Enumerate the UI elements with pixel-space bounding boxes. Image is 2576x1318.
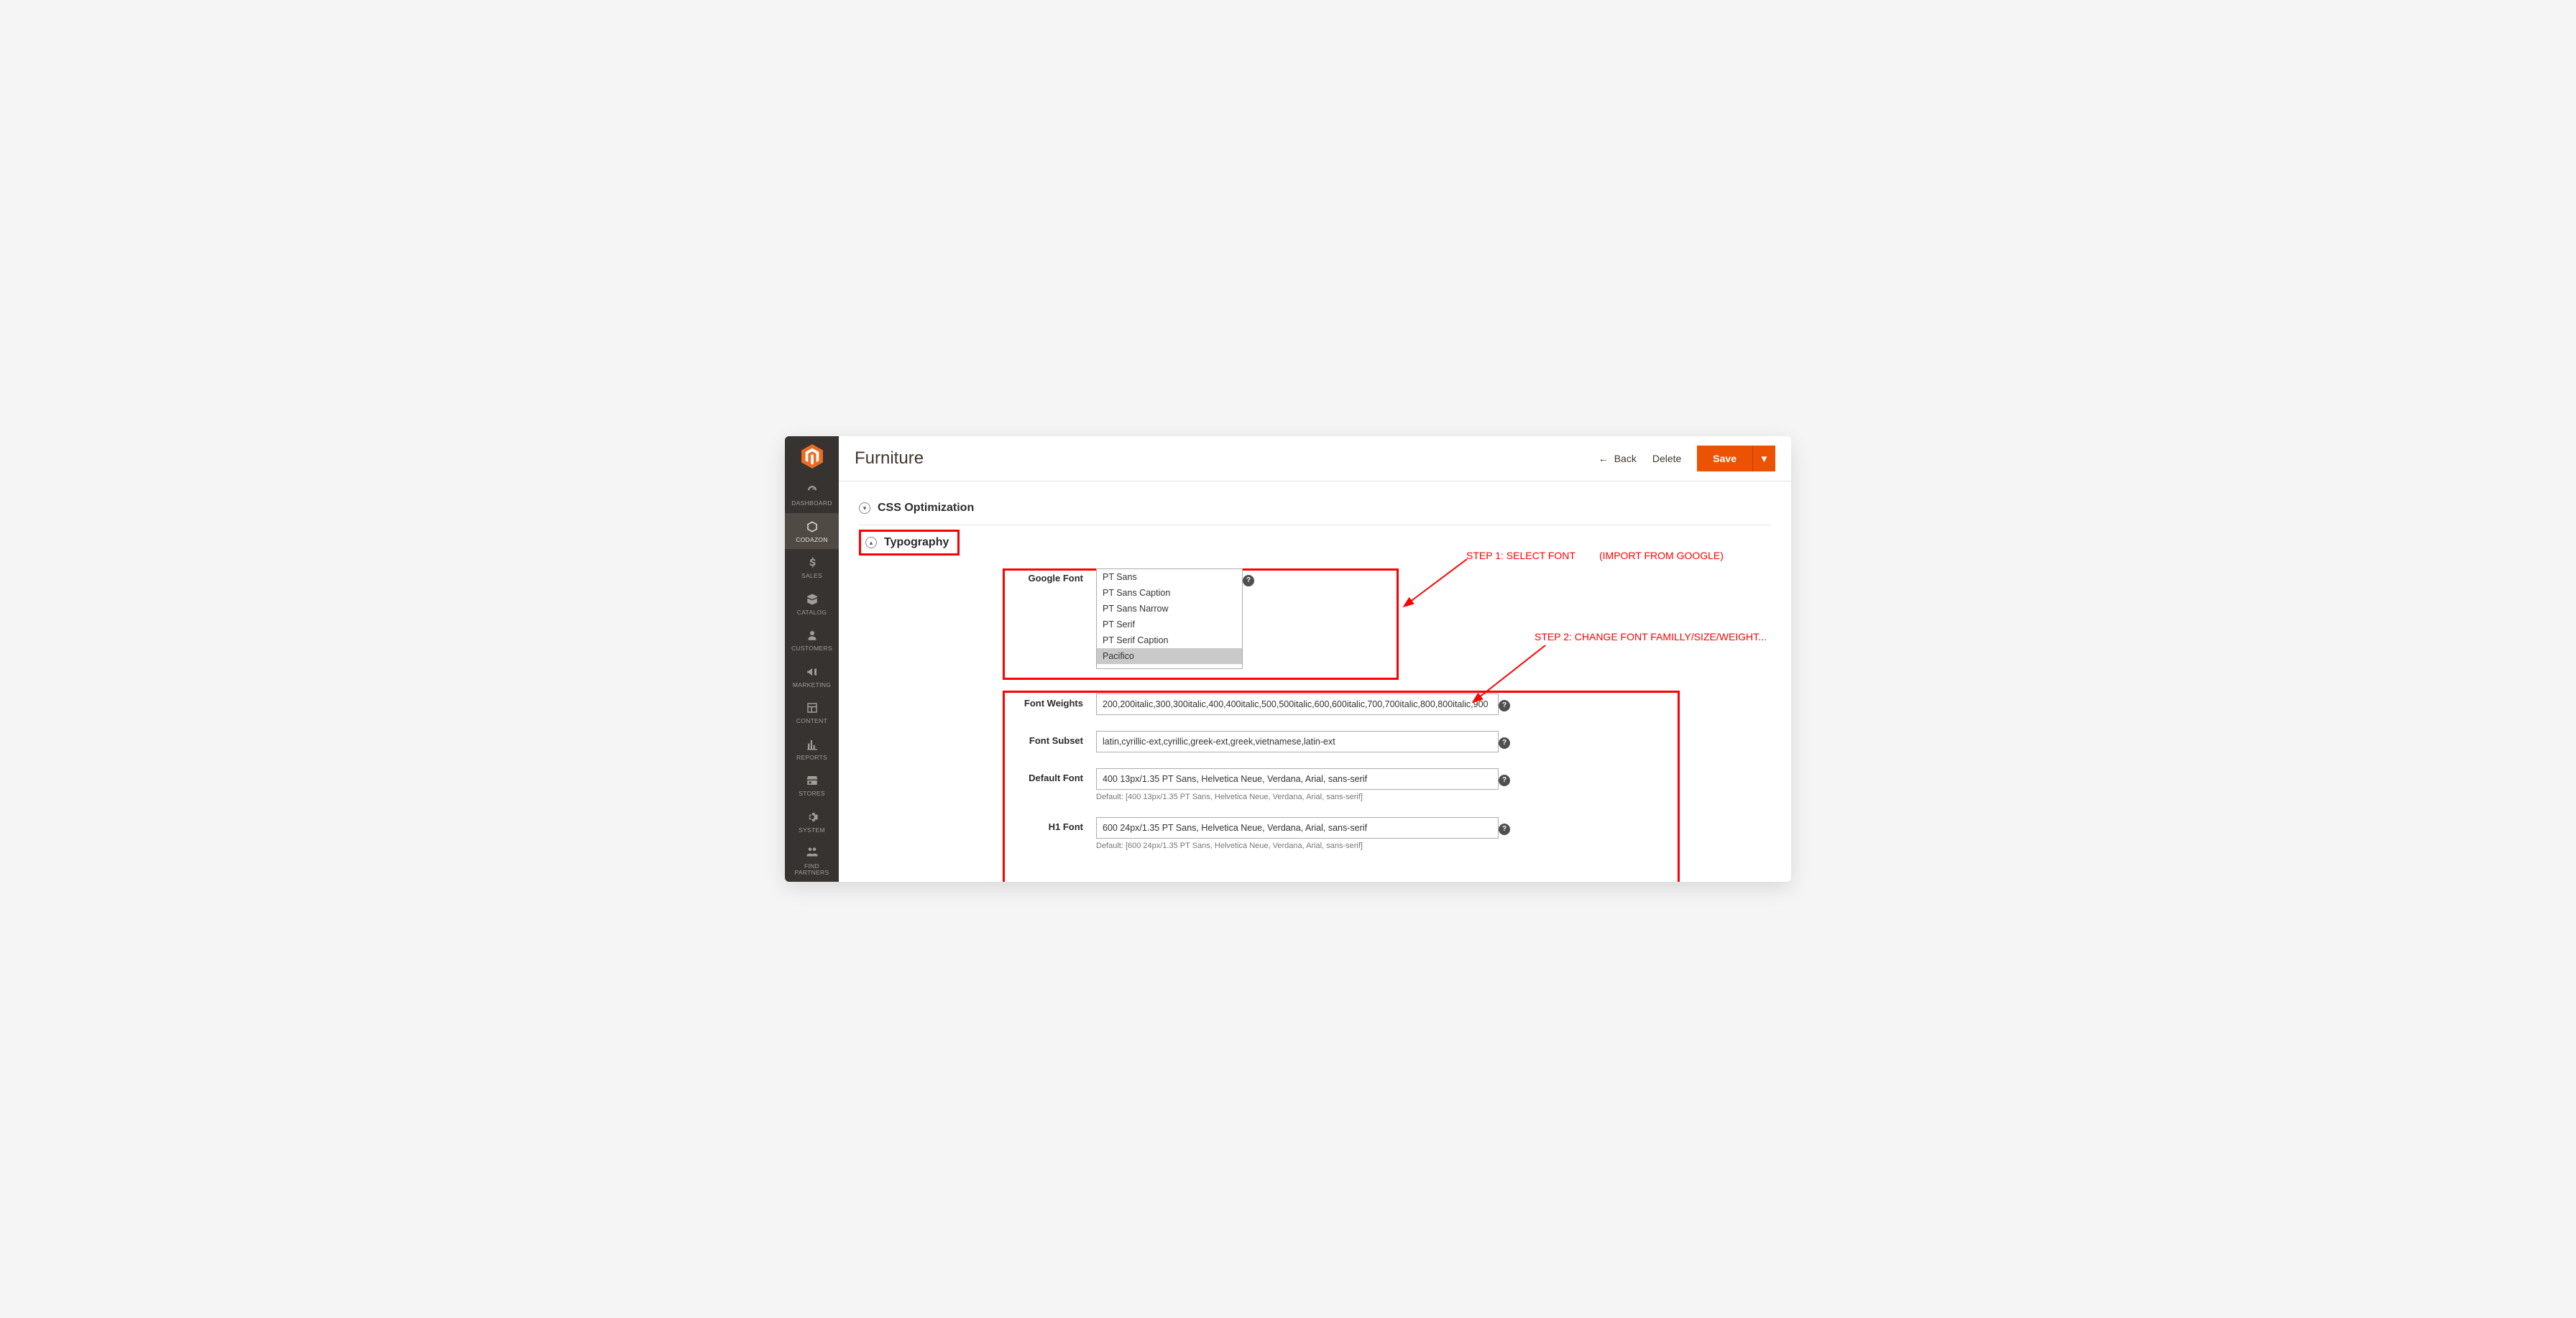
magento-logo[interactable] (785, 436, 839, 476)
back-button[interactable]: ← Back (1598, 453, 1637, 464)
help-icon[interactable]: ? (1499, 824, 1510, 835)
delete-button[interactable]: Delete (1652, 453, 1681, 464)
help-icon[interactable]: ? (1499, 700, 1510, 711)
section-typography[interactable]: ▴ Typography (865, 535, 949, 550)
nav-sales[interactable]: SALES (785, 549, 839, 586)
h1-font-hint: Default: [600 24px/1.35 PT Sans, Helveti… (1096, 842, 1499, 850)
chevron-down-icon: ▾ (859, 502, 870, 514)
chevron-up-icon: ▴ (865, 537, 877, 548)
box-icon (805, 592, 819, 607)
app-frame: DASHBOARD CODAZON SALES CATALOG CUSTOMER… (785, 436, 1791, 882)
megaphone-icon (805, 665, 819, 679)
layout-icon (805, 701, 819, 715)
font-weights-input[interactable] (1096, 693, 1499, 715)
page-header: Furniture ← Back Delete Save ▼ (839, 436, 1791, 481)
person-icon (805, 628, 819, 642)
caret-down-icon: ▼ (1760, 453, 1769, 464)
gear-icon (805, 810, 819, 824)
default-font-hint: Default: [400 13px/1.35 PT Sans, Helveti… (1096, 793, 1499, 801)
annotation-step1-note: (IMPORT FROM GOOGLE) (1599, 550, 1724, 561)
font-option[interactable]: PT Sans Caption (1097, 585, 1242, 601)
section-typography-highlight: ▴ Typography (859, 530, 960, 556)
admin-sidebar: DASHBOARD CODAZON SALES CATALOG CUSTOMER… (785, 436, 839, 882)
dollar-icon (805, 556, 819, 570)
nav-catalog[interactable]: CATALOG (785, 586, 839, 622)
section-css-optimization[interactable]: ▾ CSS Optimization (859, 496, 1771, 520)
default-font-input[interactable] (1096, 768, 1499, 790)
font-subset-input[interactable] (1096, 731, 1499, 752)
annotation-step1: STEP 1: SELECT FONT (1466, 550, 1576, 561)
label-default-font: Default Font (1003, 768, 1096, 783)
nav-dashboard[interactable]: DASHBOARD (785, 476, 839, 513)
nav-reports[interactable]: REPORTS (785, 731, 839, 768)
help-icon[interactable]: ? (1499, 775, 1510, 786)
nav-content[interactable]: CONTENT (785, 694, 839, 731)
nav-stores[interactable]: STORES (785, 767, 839, 803)
gauge-icon (805, 483, 819, 497)
help-icon[interactable]: ? (1243, 575, 1254, 586)
nav-marketing[interactable]: MARKETING (785, 658, 839, 695)
font-option-selected[interactable]: Pacifico (1097, 648, 1242, 664)
h1-font-input[interactable] (1096, 817, 1499, 839)
font-option[interactable]: PT Serif Caption (1097, 632, 1242, 648)
content-area: ▾ CSS Optimization ▴ Typography STEP 1: … (839, 481, 1791, 882)
label-h1-font: H1 Font (1003, 817, 1096, 832)
label-google-font: Google Font (1003, 568, 1096, 584)
partners-icon (805, 846, 819, 860)
save-dropdown-toggle[interactable]: ▼ (1752, 446, 1775, 471)
nav-system[interactable]: SYSTEM (785, 803, 839, 840)
font-option[interactable]: PT Sans (1097, 569, 1242, 585)
store-icon (805, 773, 819, 788)
save-button[interactable]: Save (1697, 446, 1752, 471)
label-font-subset: Font Subset (1003, 731, 1096, 746)
arrow-left-icon: ← (1598, 453, 1609, 464)
page-title: Furniture (855, 448, 1583, 469)
save-button-group: Save ▼ (1697, 446, 1775, 471)
cube-icon (805, 520, 819, 534)
font-option[interactable]: PT Sans Narrow (1097, 601, 1242, 617)
help-icon[interactable]: ? (1499, 737, 1510, 749)
nav-partners[interactable]: FIND PARTNERS (785, 839, 839, 882)
chart-icon (805, 737, 819, 752)
label-font-weights: Font Weights (1003, 693, 1096, 709)
nav-customers[interactable]: CUSTOMERS (785, 622, 839, 658)
main-area: Furniture ← Back Delete Save ▼ ▾ CSS Opt… (839, 436, 1791, 882)
annotation-step2: STEP 2: CHANGE FONT FAMILLY/SIZE/WEIGHT.… (1535, 631, 1767, 642)
google-font-listbox[interactable]: PT Sans PT Sans Caption PT Sans Narrow P… (1096, 568, 1243, 669)
typography-form: STEP 1: SELECT FONT (IMPORT FROM GOOGLE)… (859, 556, 1771, 850)
font-option[interactable]: PT Serif (1097, 617, 1242, 632)
nav-codazon[interactable]: CODAZON (785, 513, 839, 550)
